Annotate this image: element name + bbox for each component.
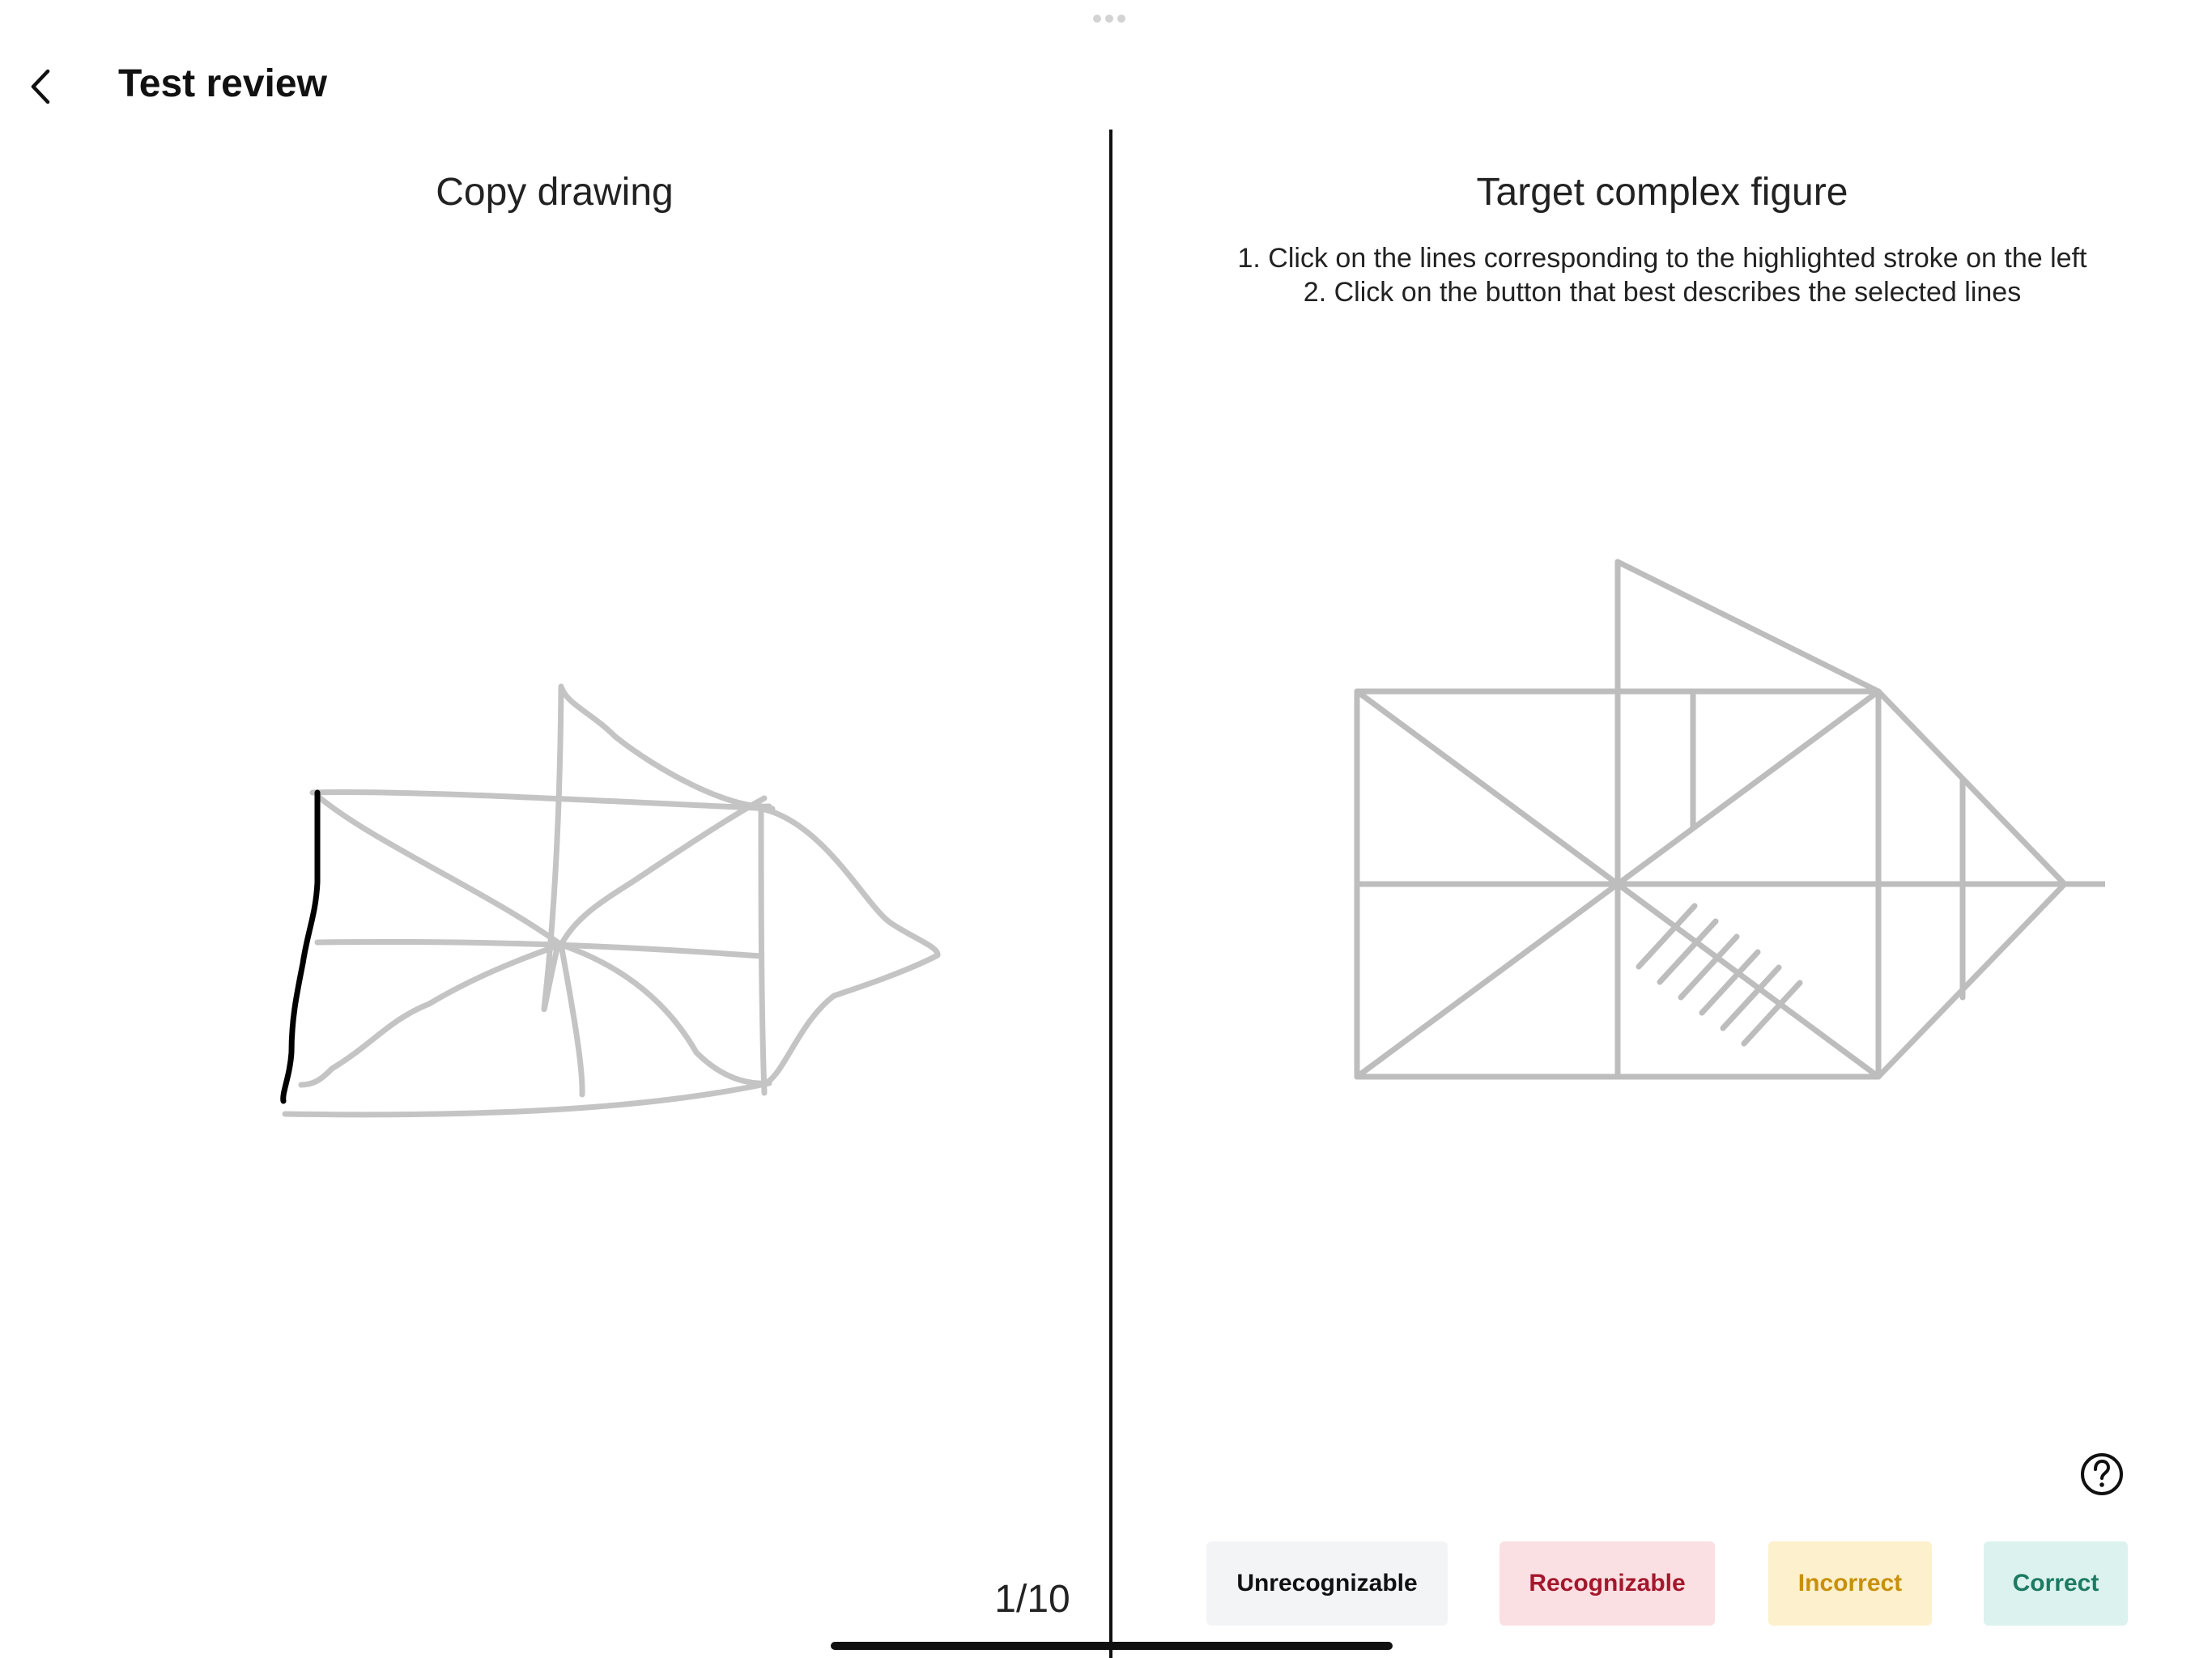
chevron-left-icon (31, 69, 50, 104)
page-indicator: 1/10 (994, 1578, 1070, 1621)
instruction-step-2: 2. Click on the button that best describ… (1303, 277, 2022, 308)
copy-stroke[interactable] (758, 803, 768, 1096)
home-indicator[interactable] (831, 1642, 1393, 1650)
page-title: Test review (118, 62, 327, 105)
copy-stroke[interactable] (558, 942, 585, 1098)
target-figure-canvas[interactable] (1328, 551, 2105, 1101)
target-figure-heading: Target complex figure (1476, 171, 1848, 214)
copy-stroke[interactable] (298, 942, 564, 1088)
figure-line[interactable] (1614, 559, 1882, 695)
copy-stroke[interactable] (541, 683, 772, 1013)
copy-stroke[interactable] (282, 1080, 772, 1118)
unrecognizable-button[interactable]: Unrecognizable (1206, 1541, 1448, 1626)
figure-line[interactable] (1875, 881, 2068, 1080)
figure-line[interactable] (1875, 688, 2068, 887)
correct-button[interactable]: Correct (1984, 1541, 2128, 1626)
copy-stroke[interactable] (558, 795, 768, 948)
window-grabber[interactable] (1091, 15, 1127, 23)
copy-stroke[interactable] (309, 789, 776, 812)
back-button[interactable] (18, 58, 63, 115)
panel-divider (1109, 130, 1112, 1658)
instruction-step-1: 1. Click on the lines corresponding to t… (1237, 243, 2087, 274)
instructions: 1. Click on the lines corresponding to t… (1112, 241, 2212, 309)
copy-drawing-heading: Copy drawing (436, 171, 674, 214)
copy-stroke[interactable] (762, 806, 941, 1084)
highlighted-stroke[interactable] (280, 789, 321, 1104)
copy-drawing-canvas[interactable] (243, 615, 972, 1133)
question-circle-icon (2081, 1453, 2123, 1495)
incorrect-button[interactable]: Incorrect (1768, 1541, 1932, 1626)
recognizable-button[interactable]: Recognizable (1499, 1541, 1715, 1626)
help-button[interactable] (2079, 1452, 2125, 1497)
test-review-screen: Test review Copy drawing Target complex … (0, 0, 2212, 1658)
